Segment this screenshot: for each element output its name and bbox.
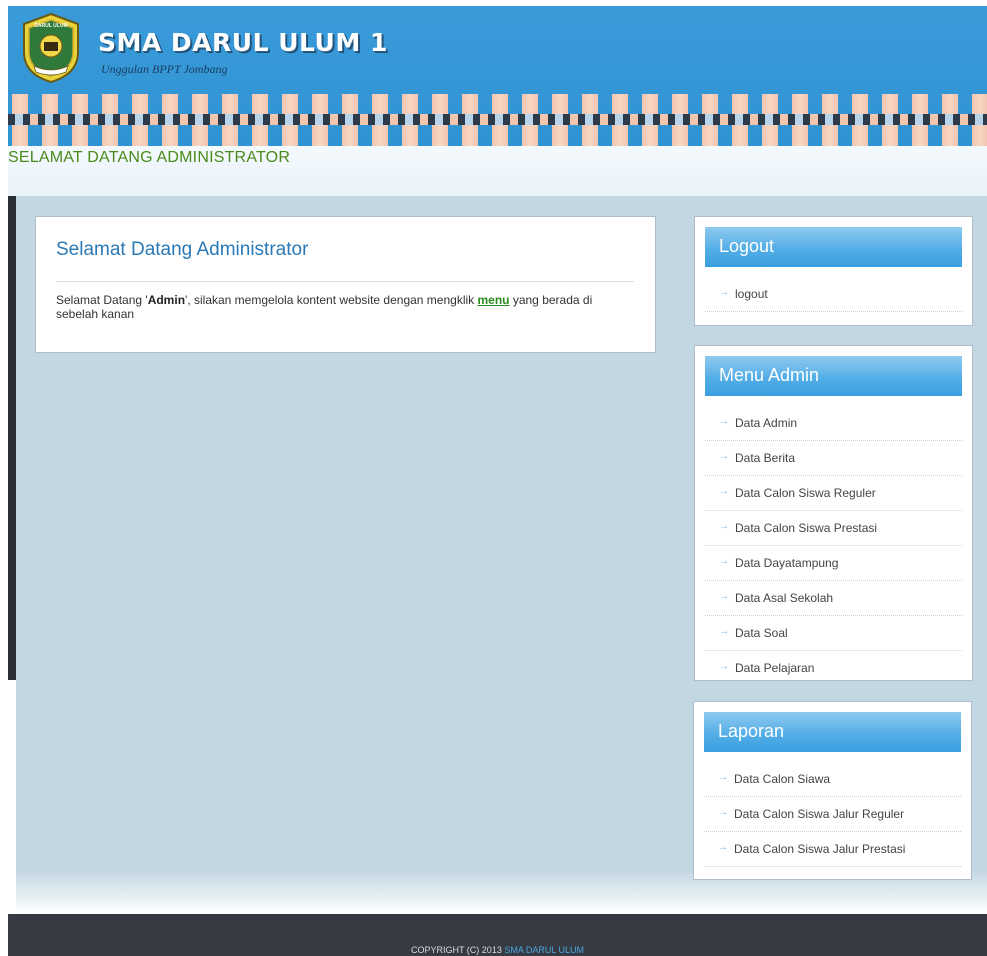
welcome-username: Admin [147,293,186,307]
page: DARUL ULUM SMA DARUL ULUM 1 Unggulan BPP… [0,0,987,956]
menu-item-report-jalur-reguler[interactable]: → Data Calon Siswa Jalur Reguler [704,797,961,832]
menu-item-label: Data Pelajaran [735,661,815,675]
menu-item-dayatampung[interactable]: → Data Dayatampung [705,546,962,581]
logout-panel-header: Logout [705,227,962,267]
menu-item-data-berita[interactable]: → Data Berita [705,441,962,476]
menu-item-label: Data Asal Sekolah [735,591,834,605]
fence-rail [8,114,987,125]
title-divider [56,281,634,282]
menu-item-label: Data Calon Siswa Prestasi [735,521,878,535]
menu-item-label: Data Admin [735,416,798,430]
menu-item-label: Data Calon Siswa Jalur Reguler [734,807,905,821]
arrow-right-icon: → [719,626,729,637]
content-panel: Selamat Datang Administrator Selamat Dat… [35,216,656,353]
report-menu: → Data Calon Siawa → Data Calon Siswa Ja… [704,762,961,867]
menu-item-logout[interactable]: → logout [705,277,962,312]
arrow-right-icon: → [719,416,729,427]
arrow-right-icon: → [719,287,729,298]
arrow-right-icon: → [719,486,729,497]
site-footer: COPYRIGHT (C) 2013 SMA DARUL ULUM [8,914,987,956]
menu-item-asal-sekolah[interactable]: → Data Asal Sekolah [705,581,962,616]
logout-panel: Logout → logout [694,216,973,326]
report-panel-header: Laporan [704,712,961,752]
page-title: Selamat Datang Administrator [56,239,309,260]
admin-menu-panel: Menu Admin → Data Admin → Data Berita → … [694,345,973,681]
menu-item-label: Data Calon Siswa Jalur Prestasi [734,842,906,856]
menu-item-calon-siswa-prestasi[interactable]: → Data Calon Siswa Prestasi [705,511,962,546]
decorative-fence [8,94,987,146]
menu-item-label: Data Calon Siswa Reguler [735,486,876,500]
menu-item-label: Data Calon Siawa [734,772,831,786]
logout-panel-title: Logout [719,236,775,256]
menu-item-label: Data Berita [735,451,796,465]
arrow-right-icon: → [718,807,728,818]
admin-menu-header: Menu Admin [705,356,962,396]
menu-item-label: Data Dayatampung [735,556,839,570]
welcome-banner-text: SELAMAT DATANG ADMINISTRATOR [8,149,291,166]
menu-item-calon-siswa-reguler[interactable]: → Data Calon Siswa Reguler [705,476,962,511]
site-title: SMA DARUL ULUM 1 [98,28,388,57]
footer-brand-link[interactable]: SMA DARUL ULUM [504,945,584,955]
welcome-message: Selamat Datang 'Admin', silakan memgelol… [56,293,626,321]
site-tagline: Unggulan BPPT Jombang [101,62,228,76]
menu-item-label: logout [735,287,768,301]
menu-item-report-calon-siswa[interactable]: → Data Calon Siawa [704,762,961,797]
menu-item-report-jalur-prestasi[interactable]: → Data Calon Siswa Jalur Prestasi [704,832,961,867]
menu-link[interactable]: menu [477,293,509,307]
copyright-text: COPYRIGHT (C) 2013 [410,945,502,955]
admin-menu: → Data Admin → Data Berita → Data Calon … [705,406,962,680]
menu-item-data-pelajaran[interactable]: → Data Pelajaran [705,651,962,680]
arrow-right-icon: → [718,842,728,853]
arrow-right-icon: → [718,772,728,783]
welcome-banner: SELAMAT DATANG ADMINISTRATOR [8,146,987,196]
admin-menu-title: Menu Admin [719,365,820,385]
arrow-right-icon: → [719,521,729,532]
fence-caps [8,94,987,102]
report-panel: Laporan → Data Calon Siawa → Data Calon … [693,701,972,880]
welcome-message-prefix: Selamat Datang ' [56,293,148,307]
site-header: DARUL ULUM SMA DARUL ULUM 1 Unggulan BPP… [8,6,987,146]
menu-item-data-admin[interactable]: → Data Admin [705,406,962,441]
arrow-right-icon: → [719,591,729,602]
school-crest-icon[interactable]: DARUL ULUM [20,12,82,84]
menu-item-label: Data Soal [735,626,788,640]
logout-menu: → logout [705,277,962,312]
svg-text:DARUL ULUM: DARUL ULUM [34,23,67,29]
footer-copyright: COPYRIGHT (C) 2013 SMA DARUL ULUM [8,945,987,955]
arrow-right-icon: → [719,661,729,672]
report-panel-title: Laporan [718,721,785,741]
menu-item-data-soal[interactable]: → Data Soal [705,616,962,651]
left-edge-gap [8,680,16,914]
arrow-right-icon: → [719,556,729,567]
arrow-right-icon: → [719,451,729,462]
welcome-message-middle: ', silakan memgelola kontent website den… [185,293,478,307]
